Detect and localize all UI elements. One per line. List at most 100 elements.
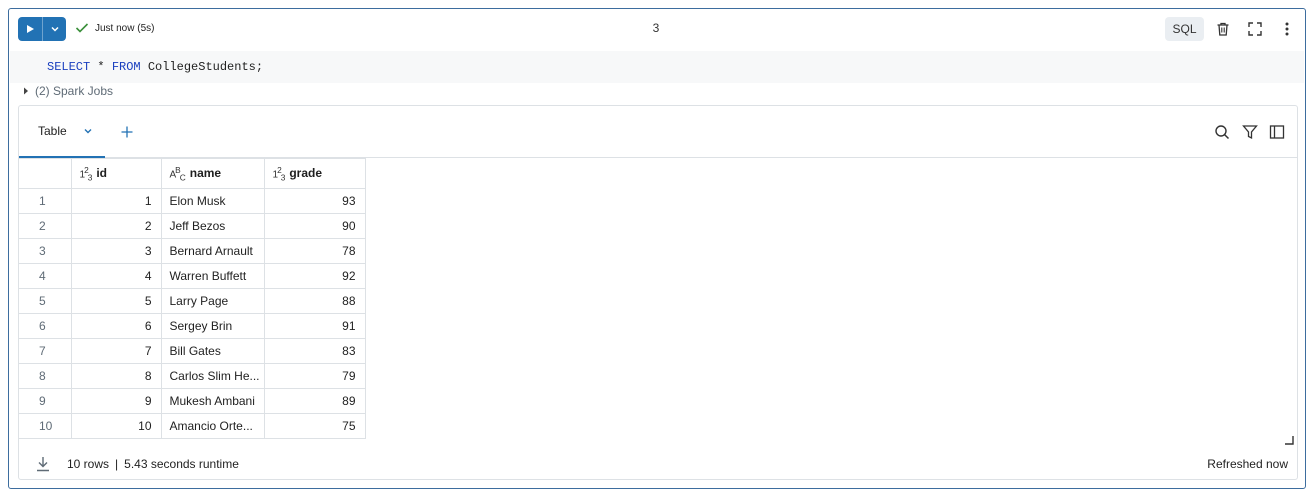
delete-cell-button[interactable] xyxy=(1213,19,1233,39)
cell-grade[interactable]: 75 xyxy=(263,413,366,439)
row-index: 9 xyxy=(19,388,72,414)
table-row: 10 10 Amancio Orte... 75 xyxy=(19,413,366,439)
tab-table[interactable]: Table xyxy=(19,106,105,158)
resize-corner-icon xyxy=(1285,436,1294,445)
row-index: 3 xyxy=(19,238,72,264)
language-selector[interactable]: SQL xyxy=(1165,17,1204,41)
kebab-menu-icon xyxy=(1285,22,1289,36)
refresh-status: Refreshed now xyxy=(1207,457,1288,471)
cell-name[interactable]: Mukesh Ambani xyxy=(160,388,265,414)
cell-grade[interactable]: 83 xyxy=(263,338,366,364)
code-editor[interactable]: SELECT * FROM CollegeStudents; xyxy=(10,51,1304,83)
results-table: 123 id ABC name 123 grade 1 1 Elon Musk 93 22J… xyxy=(19,158,366,439)
runtime: 5.43 seconds runtime xyxy=(124,457,239,471)
chevron-down-icon xyxy=(50,26,59,32)
cell-name[interactable]: Warren Buffett xyxy=(160,263,265,289)
check-icon xyxy=(75,23,89,33)
row-index: 1 xyxy=(19,188,72,214)
code-table-name: CollegeStudents; xyxy=(140,60,264,74)
download-button[interactable] xyxy=(35,455,51,473)
header-id[interactable]: 123 id xyxy=(70,158,162,189)
cell-grade[interactable]: 91 xyxy=(263,313,366,339)
integer-type-icon: 123 xyxy=(79,164,93,183)
keyword-from: FROM xyxy=(111,60,141,74)
header-name[interactable]: ABC name xyxy=(160,158,265,189)
cell-grade[interactable]: 89 xyxy=(263,388,366,414)
cell-id[interactable]: 7 xyxy=(70,338,162,364)
row-index: 2 xyxy=(19,213,72,239)
cell-name[interactable]: Amancio Orte... xyxy=(160,413,265,439)
string-type-icon: ABC xyxy=(169,164,186,183)
table-row: 5 5 Larry Page 88 xyxy=(19,288,366,314)
cell-name[interactable]: Bill Gates xyxy=(160,338,265,364)
notebook-cell: Just now (5s) 3 SQL SELECT * FROM Colleg… xyxy=(8,8,1306,489)
result-summary: 10 rows | 5.43 seconds runtime xyxy=(67,457,239,471)
table-row: 4 4 Warren Buffett 92 xyxy=(19,263,366,289)
summary-separator: | xyxy=(115,457,119,471)
table-row: 2 2 Jeff Bezos 90 xyxy=(19,213,366,239)
sidebar-toggle-button[interactable] xyxy=(1268,123,1286,141)
plus-icon xyxy=(121,126,133,138)
table-row: 7 7 Bill Gates 83 xyxy=(19,338,366,364)
cell-grade[interactable]: 88 xyxy=(263,288,366,314)
cell-name[interactable]: Jeff Bezos xyxy=(160,213,265,239)
run-button-group xyxy=(18,17,66,41)
cell-id[interactable]: 3 xyxy=(70,238,162,264)
expand-icon xyxy=(1248,22,1262,36)
cell-grade[interactable]: 92 xyxy=(263,263,366,289)
header-grade[interactable]: 123 grade xyxy=(263,158,366,189)
cell-name[interactable]: Larry Page xyxy=(160,288,265,314)
run-button[interactable] xyxy=(18,17,42,41)
spark-jobs-toggle[interactable]: (2) Spark Jobs xyxy=(23,83,113,99)
cell-grade[interactable]: 90 xyxy=(263,213,366,239)
expand-cell-button[interactable] xyxy=(1245,19,1265,39)
resize-handle[interactable] xyxy=(1284,432,1294,445)
play-icon xyxy=(27,25,34,33)
cell-name[interactable]: Sergey Brin xyxy=(160,313,265,339)
cell-id[interactable]: 10 xyxy=(70,413,162,439)
cell-name[interactable]: Bernard Arnault xyxy=(160,238,265,264)
row-index: 5 xyxy=(19,288,72,314)
table-row: 3 3 Bernard Arnault 78 xyxy=(19,238,366,264)
cell-id[interactable]: 4 xyxy=(70,263,162,289)
run-options-dropdown[interactable] xyxy=(43,17,66,41)
cell-id[interactable]: 9 xyxy=(70,388,162,414)
cell-name[interactable]: Elon Musk xyxy=(160,188,265,214)
panel-icon xyxy=(1269,125,1285,139)
row-index: 8 xyxy=(19,363,72,389)
integer-type-icon: 123 xyxy=(272,164,286,183)
tab-table-label: Table xyxy=(38,124,67,138)
more-options-button[interactable] xyxy=(1277,19,1297,39)
caret-right-icon xyxy=(24,87,28,95)
run-status: Just now (5s) xyxy=(75,22,154,34)
row-index: 7 xyxy=(19,338,72,364)
cell-grade[interactable]: 79 xyxy=(263,363,366,389)
table-row: 1 1 Elon Musk 93 xyxy=(19,188,366,214)
header-grade-label: grade xyxy=(289,166,323,181)
filter-button[interactable] xyxy=(1241,123,1259,141)
cell-id[interactable]: 6 xyxy=(70,313,162,339)
cell-id[interactable]: 5 xyxy=(70,288,162,314)
result-panel: Table 123 id ABC name 123 grade 1 1 Elon… xyxy=(18,105,1298,480)
table-row: 9 9 Mukesh Ambani 89 xyxy=(19,388,366,414)
trash-icon xyxy=(1217,22,1229,36)
cell-id[interactable]: 1 xyxy=(70,188,162,214)
add-visualization-button[interactable] xyxy=(119,123,135,141)
cell-name[interactable]: Carlos Slim He... xyxy=(160,363,265,389)
cell-grade[interactable]: 93 xyxy=(263,188,366,214)
result-footer: 10 rows | 5.43 seconds runtime Refreshed… xyxy=(19,447,1297,481)
header-row-index xyxy=(19,158,72,189)
filter-icon xyxy=(1242,125,1258,140)
cell-grade[interactable]: 78 xyxy=(263,238,366,264)
row-count: 10 rows xyxy=(67,457,110,471)
header-id-label: id xyxy=(96,166,108,181)
cell-id[interactable]: 8 xyxy=(70,363,162,389)
cell-id[interactable]: 2 xyxy=(70,213,162,239)
search-button[interactable] xyxy=(1213,123,1231,141)
chevron-down-icon[interactable] xyxy=(83,126,93,136)
download-icon xyxy=(37,457,49,472)
row-index: 4 xyxy=(19,263,72,289)
row-index: 6 xyxy=(19,313,72,339)
search-icon xyxy=(1215,125,1230,140)
cell-number: 3 xyxy=(652,21,660,35)
